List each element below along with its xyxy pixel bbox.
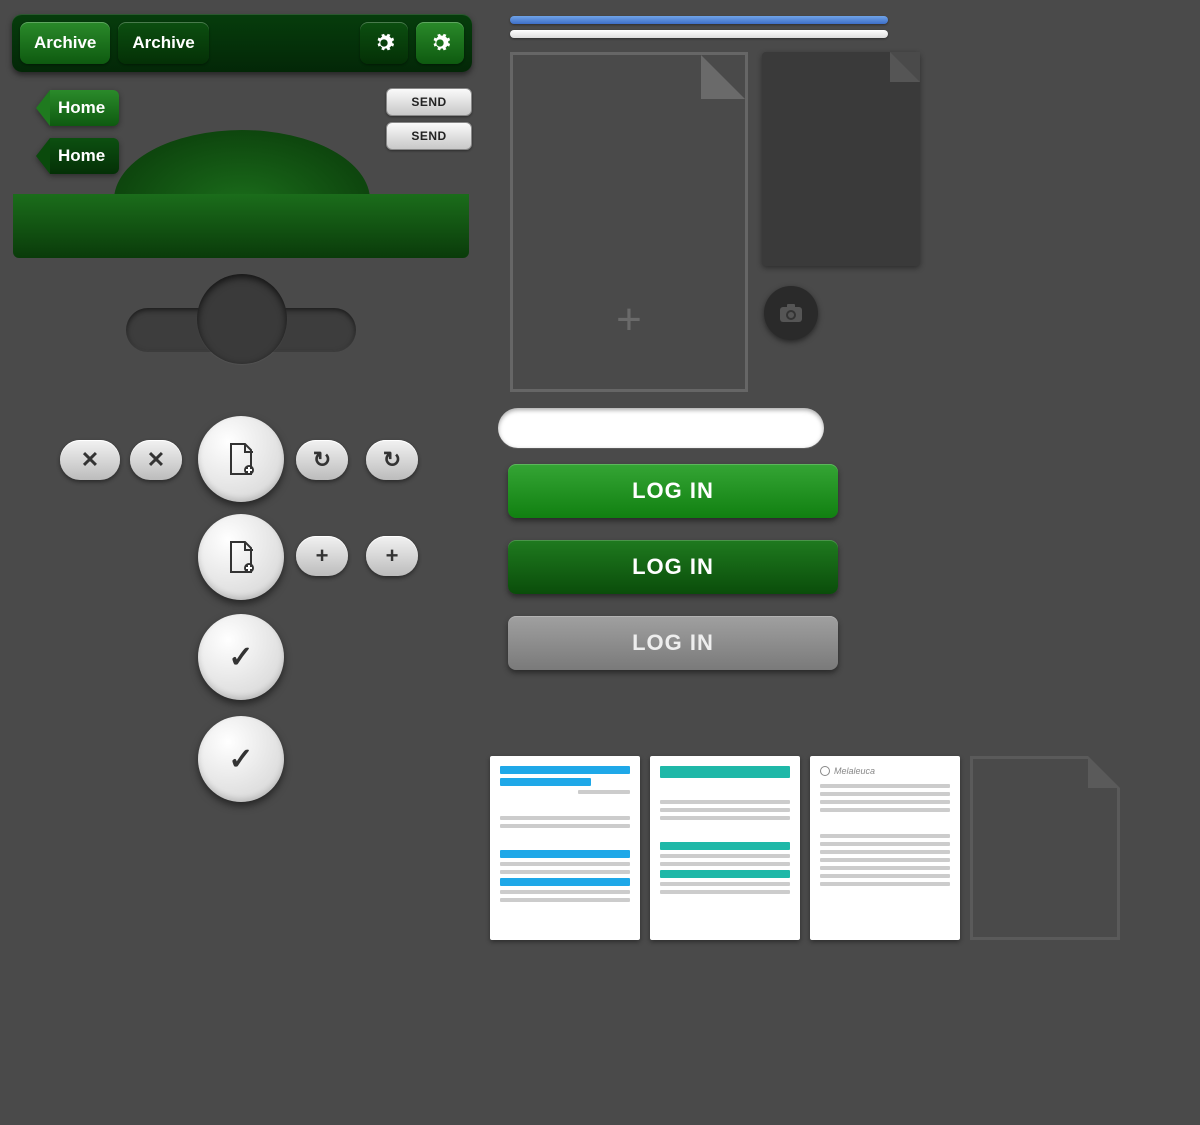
settings-button-2[interactable] (416, 22, 464, 64)
brand-logo: Melaleuca (820, 766, 950, 776)
close-icon: ✕ (147, 447, 165, 473)
confirm-button-1[interactable]: ✓ (198, 614, 284, 700)
page-fold-icon (890, 52, 920, 82)
page-fold-icon (701, 55, 745, 99)
close-icon: ✕ (81, 447, 99, 473)
close-pill-2[interactable]: ✕ (130, 440, 182, 480)
plus-icon: + (386, 543, 399, 569)
send-label-2: SEND (411, 129, 446, 143)
camera-icon (779, 303, 803, 323)
progress-bar-white (510, 30, 888, 38)
chevron-left-icon (36, 138, 50, 174)
check-icon: ✓ (228, 742, 253, 777)
refresh-icon: ↻ (383, 447, 401, 473)
refresh-pill-1[interactable]: ↻ (296, 440, 348, 480)
gear-icon (373, 32, 395, 54)
home-label-2: Home (58, 146, 105, 166)
document-add-icon (227, 540, 255, 574)
login-label-2: LOG IN (632, 554, 714, 580)
document-placeholder-large[interactable]: + (510, 52, 748, 392)
new-document-button[interactable] (198, 416, 284, 502)
toolbar: Archive Archive (12, 14, 472, 72)
add-pill-2[interactable]: + (366, 536, 418, 576)
check-icon: ✓ (228, 640, 253, 675)
plus-icon: + (316, 543, 329, 569)
login-button-1[interactable]: LOG IN (508, 464, 838, 518)
document-add-icon (227, 442, 255, 476)
home-label-1: Home (58, 98, 105, 118)
settings-button-1[interactable] (360, 22, 408, 64)
chevron-left-icon (36, 90, 50, 126)
send-button-2[interactable]: SEND (386, 122, 472, 150)
archive-button-1[interactable]: Archive (20, 22, 110, 64)
refresh-icon: ↻ (313, 447, 331, 473)
slider-knob[interactable] (197, 274, 287, 364)
new-document-button-2[interactable] (198, 514, 284, 600)
tab-hump (114, 130, 370, 200)
refresh-pill-2[interactable]: ↻ (366, 440, 418, 480)
progress-bar-blue (510, 16, 888, 24)
send-label-1: SEND (411, 95, 446, 109)
document-thumb-empty[interactable] (970, 756, 1120, 940)
archive-button-2[interactable]: Archive (118, 22, 208, 64)
camera-button[interactable] (764, 286, 818, 340)
login-button-disabled: LOG IN (508, 616, 838, 670)
home-button-2[interactable]: Home (36, 138, 119, 174)
confirm-button-2[interactable]: ✓ (198, 716, 284, 802)
send-button-1[interactable]: SEND (386, 88, 472, 116)
home-button-1[interactable]: Home (36, 90, 119, 126)
document-thumb-2[interactable] (650, 756, 800, 940)
bottom-tray (13, 194, 469, 258)
archive-label-1: Archive (34, 33, 96, 53)
document-placeholder-small[interactable] (762, 52, 920, 266)
close-pill-1[interactable]: ✕ (60, 440, 120, 480)
add-pill-1[interactable]: + (296, 536, 348, 576)
document-thumb-3[interactable]: Melaleuca (810, 756, 960, 940)
archive-label-2: Archive (132, 33, 194, 53)
login-label-3: LOG IN (632, 630, 714, 656)
document-thumb-1[interactable] (490, 756, 640, 940)
search-input[interactable] (498, 408, 824, 448)
page-fold-icon (1088, 756, 1120, 788)
document-thumbnails: Melaleuca (490, 756, 1120, 940)
gear-icon (429, 32, 451, 54)
login-button-2[interactable]: LOG IN (508, 540, 838, 594)
plus-icon: + (616, 295, 642, 345)
login-label-1: LOG IN (632, 478, 714, 504)
